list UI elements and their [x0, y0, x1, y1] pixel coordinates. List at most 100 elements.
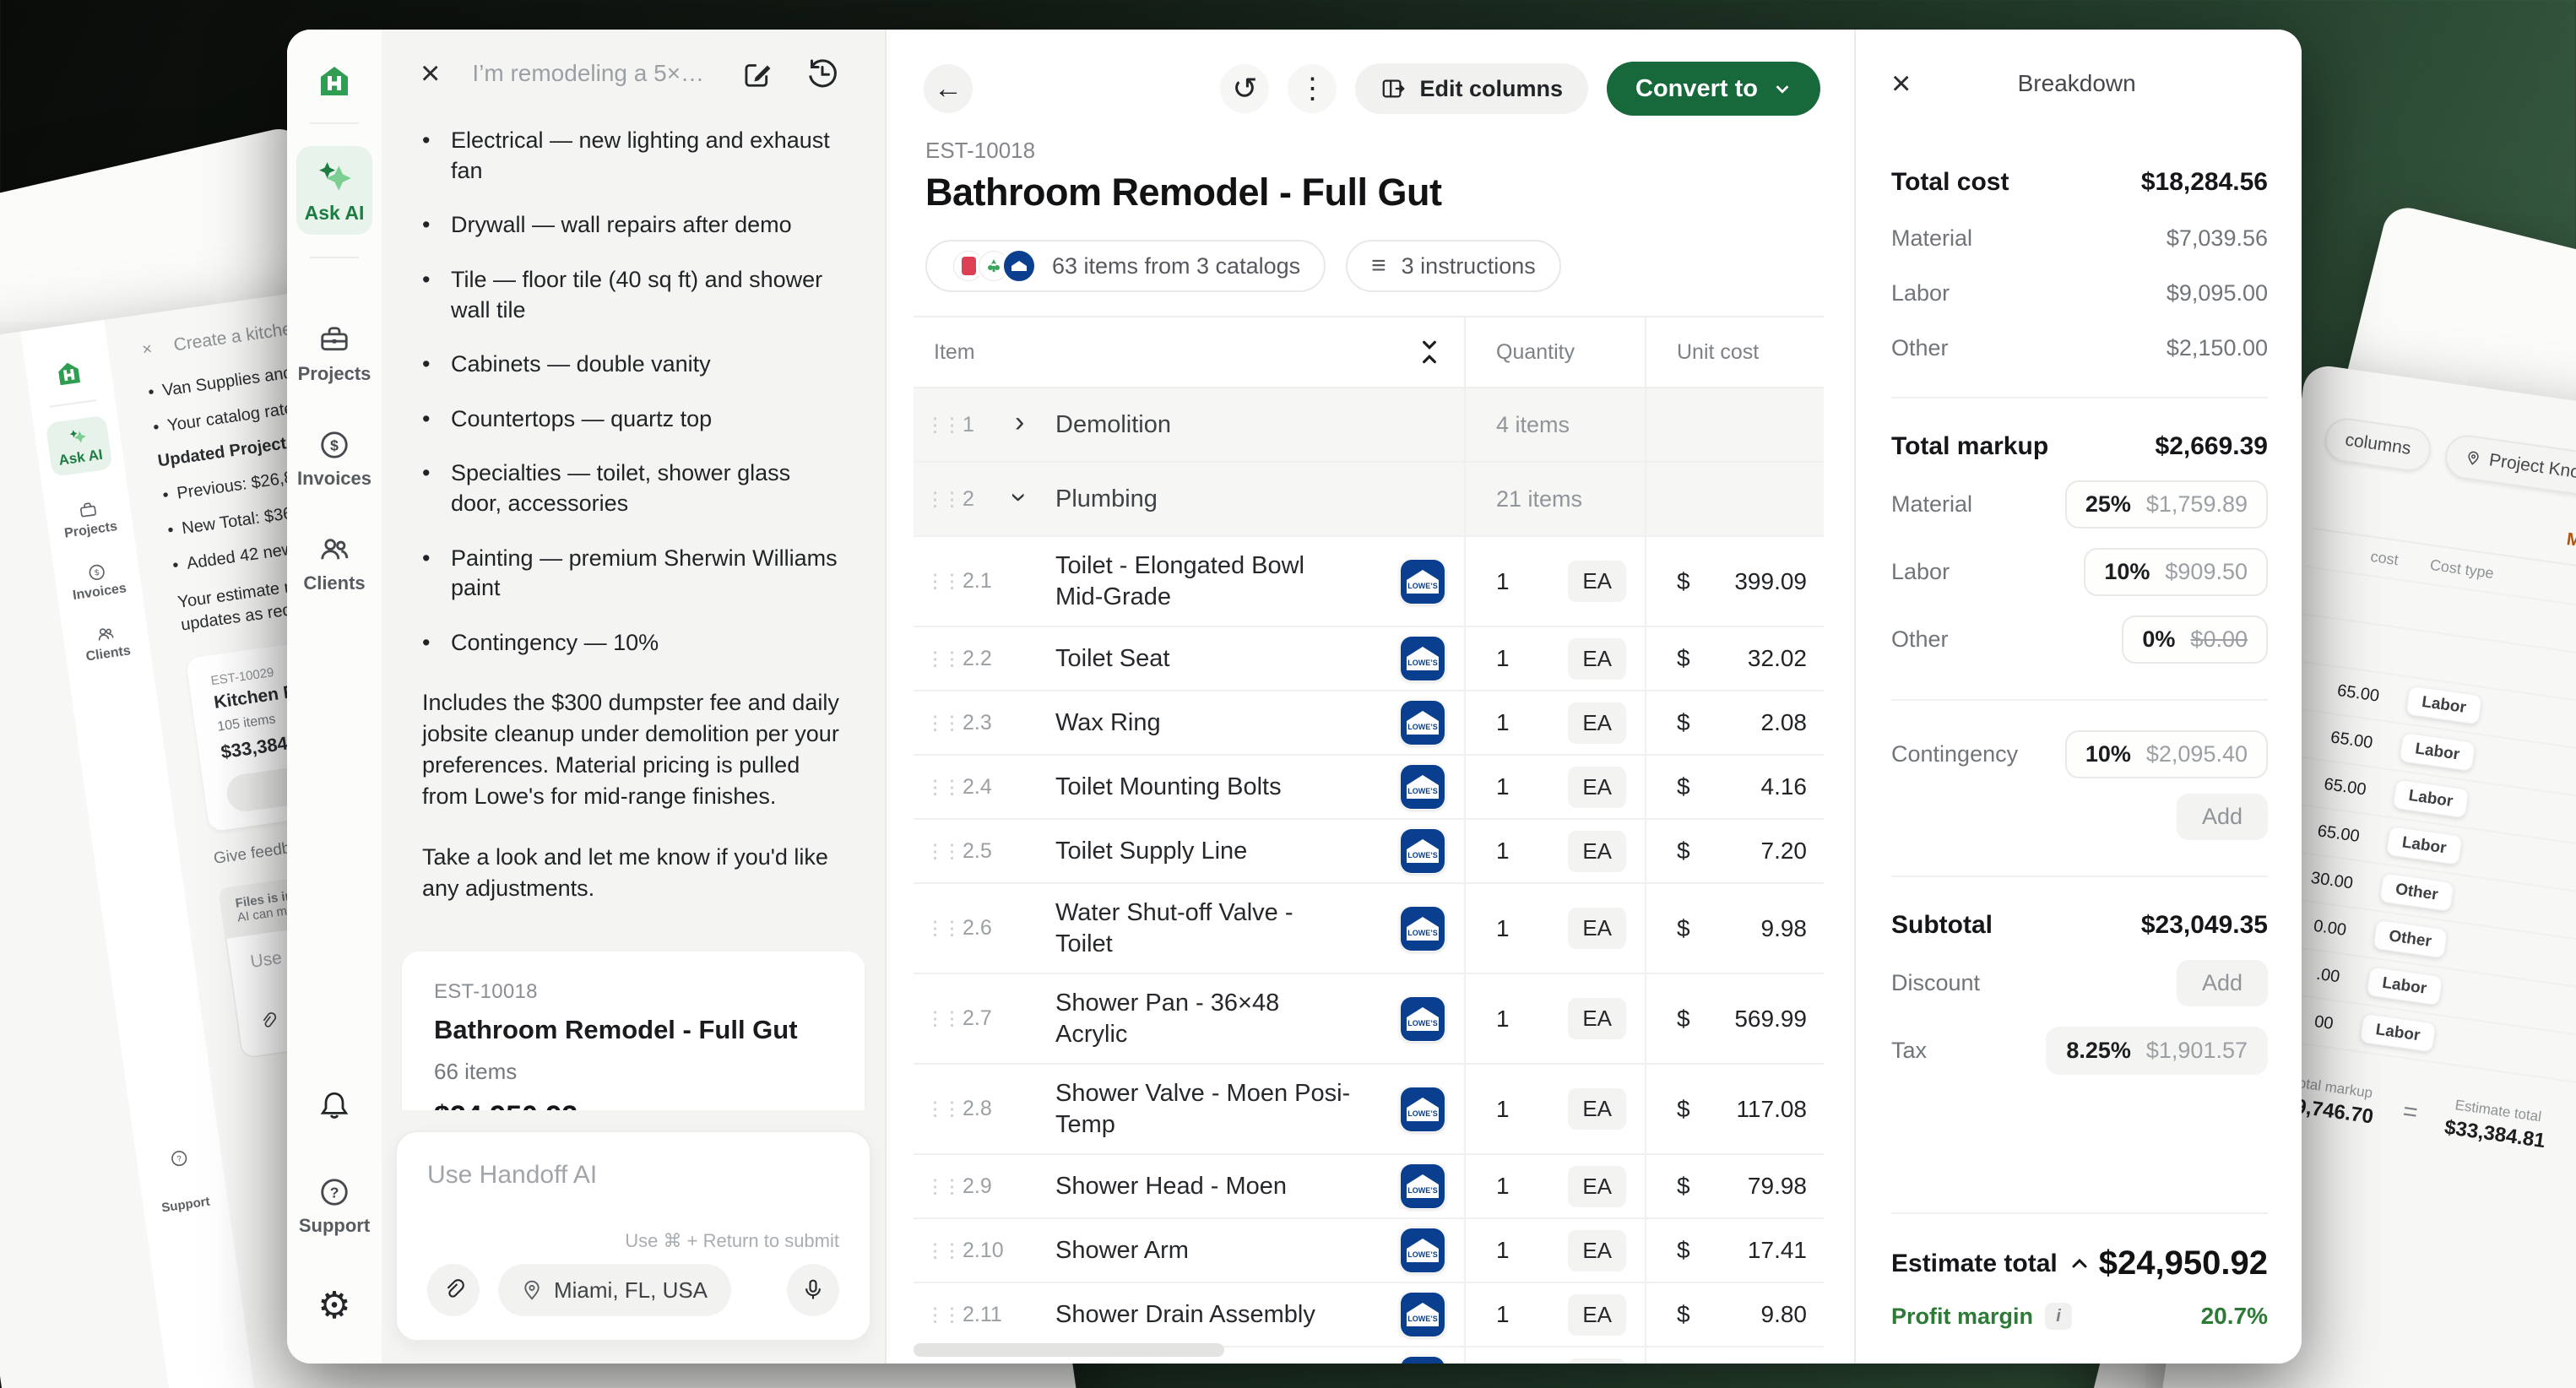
more-options-button[interactable]: ⋮ [1288, 64, 1337, 113]
unit-chip[interactable]: EA [1568, 1166, 1626, 1207]
estimate-item-row[interactable]: ⋮⋮2.6Water Shut-off Valve - ToiletLOWE’S… [914, 884, 1824, 974]
sidebar-item-invoices[interactable]: $ Invoices [297, 429, 371, 490]
estimate-item-row[interactable]: ⋮⋮2.11Shower Drain AssemblyLOWE’S1EA$9.8… [914, 1283, 1824, 1347]
history-icon[interactable] [805, 57, 839, 90]
drag-handle-icon[interactable]: ⋮⋮ [925, 1304, 956, 1326]
handoff-logo-icon[interactable] [315, 62, 354, 100]
quantity-value[interactable]: 1 [1496, 645, 1510, 672]
ai-composer[interactable]: Use Handoff AI Use ⌘ + Return to submit … [395, 1130, 871, 1342]
info-icon[interactable]: i [2045, 1303, 2072, 1330]
new-chat-icon[interactable] [741, 57, 773, 89]
estimate-item-row[interactable]: ⋮⋮2.1Toilet - Elongated Bowl Mid-GradeLO… [914, 537, 1824, 627]
drag-handle-icon[interactable]: ⋮⋮ [925, 414, 956, 436]
voice-input-button[interactable] [787, 1264, 839, 1316]
unit-cost-value[interactable]: 4.16 [1761, 773, 1808, 800]
close-breakdown-icon[interactable]: × [1891, 67, 1911, 100]
unit-cost-value[interactable]: 9.98 [1761, 915, 1808, 942]
unit-chip[interactable]: EA [1568, 1088, 1626, 1130]
unit-chip[interactable]: EA [1568, 702, 1626, 744]
attach-file-button[interactable] [427, 1264, 480, 1316]
tax-input[interactable]: 8.25%$1,901.57 [2046, 1027, 2268, 1075]
estimate-item-row[interactable]: ⋮⋮2.2Toilet SeatLOWE’S1EA$32.02 [914, 627, 1824, 691]
svg-text:LOWE’S: LOWE’S [1407, 659, 1438, 667]
quantity-value[interactable]: 1 [1496, 1006, 1510, 1033]
notifications-bell-icon[interactable] [317, 1088, 351, 1122]
instructions-badge[interactable]: ≡ 3 instructions [1346, 240, 1561, 292]
sidebar-item-clients[interactable]: Clients [303, 534, 365, 594]
unit-cost-value[interactable]: 9.80 [1761, 1301, 1808, 1328]
unit-chip[interactable]: EA [1568, 767, 1626, 808]
markup-material-input[interactable]: 25%$1,759.89 [2065, 480, 2268, 529]
quantity-value[interactable]: 1 [1496, 709, 1510, 736]
estimate-group-row[interactable]: ⋮⋮1›Demolition4 items [914, 388, 1824, 463]
back-button[interactable]: ← [924, 64, 973, 113]
composer-placeholder[interactable]: Use Handoff AI [427, 1161, 839, 1190]
estimate-item-row[interactable]: ⋮⋮2.3Wax RingLOWE’S1EA$2.08 [914, 691, 1824, 756]
estimate-group-row[interactable]: ⋮⋮2›Plumbing21 items [914, 463, 1824, 537]
drag-handle-icon[interactable]: ⋮⋮ [925, 648, 956, 670]
horizontal-scrollbar[interactable] [914, 1343, 1224, 1357]
unit-chip[interactable]: EA [1568, 1358, 1626, 1364]
catalogs-badge[interactable]: 63 items from 3 catalogs [925, 240, 1326, 292]
unit-cost-value[interactable]: 32.02 [1748, 645, 1807, 672]
estimate-item-row[interactable]: ⋮⋮2.5Toilet Supply LineLOWE’S1EA$7.20 [914, 820, 1824, 884]
quantity-value[interactable]: 1 [1496, 1096, 1510, 1123]
unit-cost-value[interactable]: 399.09 [1734, 568, 1807, 595]
unit-chip[interactable]: EA [1568, 831, 1626, 872]
location-pill[interactable]: Miami, FL, USA [498, 1264, 731, 1316]
sidebar-item-projects[interactable]: Projects [298, 324, 371, 385]
unit-cost-value[interactable]: 569.99 [1734, 1006, 1807, 1033]
drag-handle-icon[interactable]: ⋮⋮ [925, 712, 956, 735]
estimate-toolbar: ← ↺ ⋮ Edit columns Convert to [887, 30, 1854, 116]
collapse-all-icon[interactable] [1417, 337, 1442, 367]
quantity-value[interactable]: 1 [1496, 1173, 1510, 1200]
add-line-button[interactable]: Add [2177, 794, 2268, 840]
drag-handle-icon[interactable]: ⋮⋮ [925, 488, 956, 511]
estimate-item-row[interactable]: ⋮⋮2.8Shower Valve - Moen Posi-TempLOWE’S… [914, 1065, 1824, 1155]
estimate-item-row[interactable]: ⋮⋮2.7Shower Pan - 36×48 AcrylicLOWE’S1EA… [914, 974, 1824, 1065]
unit-chip[interactable]: EA [1568, 561, 1626, 602]
drag-handle-icon[interactable]: ⋮⋮ [925, 570, 956, 593]
drag-handle-icon[interactable]: ⋮⋮ [925, 1007, 956, 1030]
drag-handle-icon[interactable]: ⋮⋮ [925, 840, 956, 863]
quantity-value[interactable]: 1 [1496, 838, 1510, 865]
unit-cost-value[interactable]: 79.98 [1748, 1173, 1807, 1200]
estimate-item-row[interactable]: ⋮⋮2.4Toilet Mounting BoltsLOWE’S1EA$4.16 [914, 756, 1824, 820]
unit-chip[interactable]: EA [1568, 908, 1626, 949]
unit-chip[interactable]: EA [1568, 1230, 1626, 1271]
unit-chip[interactable]: EA [1568, 638, 1626, 680]
drag-handle-icon[interactable]: ⋮⋮ [925, 1098, 956, 1120]
unit-cost-value[interactable]: 2.08 [1761, 709, 1808, 736]
svg-text:LOWE’S: LOWE’S [1407, 1315, 1438, 1323]
quantity-value[interactable]: 1 [1496, 1301, 1510, 1328]
drag-handle-icon[interactable]: ⋮⋮ [925, 1239, 956, 1262]
unit-chip[interactable]: EA [1568, 1294, 1626, 1336]
add-discount-button[interactable]: Add [2177, 960, 2268, 1006]
estimate-item-row[interactable]: ⋮⋮2.10Shower ArmLOWE’S1EA$17.41 [914, 1219, 1824, 1283]
undo-button[interactable]: ↺ [1220, 64, 1269, 113]
unit-cost-value[interactable]: 117.08 [1736, 1096, 1807, 1123]
drag-handle-icon[interactable]: ⋮⋮ [925, 1175, 956, 1198]
sidebar-item-ask-ai[interactable]: Ask AI [296, 146, 372, 235]
settings-gear-icon[interactable]: ⚙ [317, 1288, 350, 1325]
quantity-value[interactable]: 1 [1496, 773, 1510, 800]
estimate-total-toggle[interactable]: Estimate total [1891, 1250, 2090, 1278]
markup-labor-input[interactable]: 10%$909.50 [2084, 548, 2268, 596]
unit-cost-value[interactable]: 17.41 [1748, 1237, 1807, 1264]
chevron-right-icon[interactable]: › [1015, 408, 1024, 436]
quantity-value[interactable]: 1 [1496, 1237, 1510, 1264]
quantity-value[interactable]: 1 [1496, 568, 1510, 595]
sidebar-item-support[interactable]: ? Support [299, 1176, 370, 1237]
drag-handle-icon[interactable]: ⋮⋮ [925, 917, 956, 940]
drag-handle-icon[interactable]: ⋮⋮ [925, 776, 956, 799]
unit-chip[interactable]: EA [1568, 998, 1626, 1039]
quantity-value[interactable]: 1 [1496, 915, 1510, 942]
unit-cost-value[interactable]: 7.20 [1761, 838, 1808, 865]
edit-columns-button[interactable]: Edit columns [1355, 63, 1588, 114]
convert-to-button[interactable]: Convert to [1607, 62, 1820, 116]
close-chat-icon[interactable]: × [420, 57, 440, 90]
contingency-input[interactable]: 10%$2,095.40 [2065, 730, 2268, 778]
chevron-down-icon[interactable]: › [1006, 492, 1034, 502]
estimate-item-row[interactable]: ⋮⋮2.9Shower Head - MoenLOWE’S1EA$79.98 [914, 1155, 1824, 1219]
markup-other-input[interactable]: 0%$0.00 [2122, 615, 2268, 664]
